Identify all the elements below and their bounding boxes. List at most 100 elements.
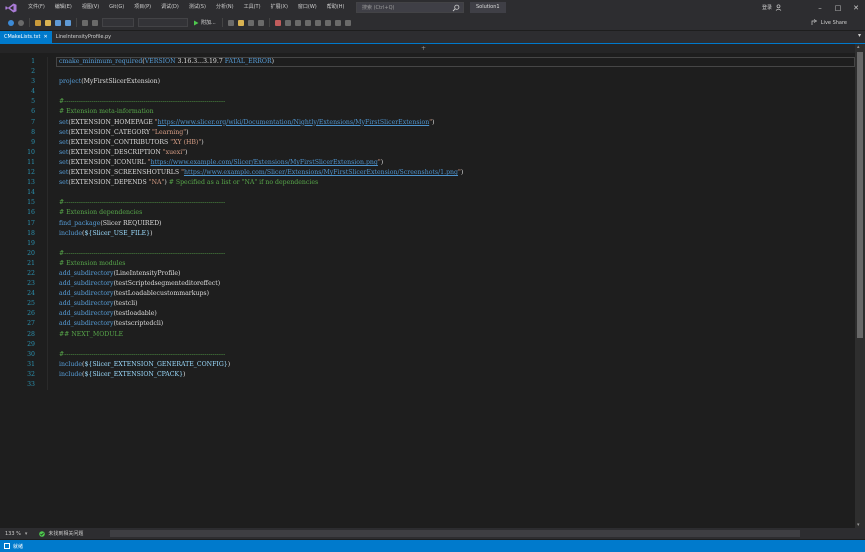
code-line[interactable]: find_package(Slicer REQUIRED): [59, 219, 849, 229]
horizontal-scrollbar[interactable]: [110, 530, 800, 537]
menu-item[interactable]: 工具(T): [239, 0, 266, 15]
code-line[interactable]: [59, 380, 849, 390]
code-line[interactable]: include(${Slicer_USE_FILE}): [59, 229, 849, 239]
code-line[interactable]: set(EXTENSION_DESCRIPTION "xuexi"): [59, 148, 849, 158]
zoom-level[interactable]: 133 %: [5, 531, 21, 537]
save-all-icon[interactable]: [65, 19, 71, 26]
toolbar-icon-5[interactable]: [284, 19, 291, 26]
menu-item[interactable]: 分析(N): [211, 0, 239, 15]
toolbar-icon-11[interactable]: [344, 19, 351, 26]
status-bar: 就绪: [0, 540, 865, 552]
code-line[interactable]: #---------------------------------------…: [59, 249, 849, 259]
open-file-icon[interactable]: [45, 19, 51, 26]
code-line[interactable]: project(MyFirstSlicerExtension): [59, 77, 849, 87]
scroll-up-icon[interactable]: ▴: [857, 44, 860, 50]
search-box[interactable]: 搜索 (Ctrl+Q): [356, 2, 464, 13]
code-line[interactable]: add_subdirectory(testScriptedsegmentedit…: [59, 279, 849, 289]
code-line[interactable]: add_subdirectory(testcli): [59, 299, 849, 309]
code-line[interactable]: set(EXTENSION_ICONURL "https://www.examp…: [59, 158, 849, 168]
menu-item[interactable]: 项目(P): [129, 0, 156, 15]
code-lines[interactable]: cmake_minimum_required(VERSION 3.16.3...…: [59, 57, 849, 390]
toolbar-separator: [76, 18, 77, 27]
breakpoint-icon[interactable]: [274, 19, 281, 26]
split-editor-icon[interactable]: +: [421, 45, 426, 52]
code-token: set: [59, 169, 69, 177]
code-line[interactable]: set(EXTENSION_CONTRIBUTORS "XY (HB)"): [59, 138, 849, 148]
menu-item[interactable]: 文件(F): [23, 0, 50, 15]
tab-lineintensityprofile[interactable]: LineIntensityProfile.py: [52, 31, 115, 43]
code-line[interactable]: cmake_minimum_required(VERSION 3.16.3...…: [59, 57, 849, 67]
code-token: ${Slicer_EXTENSION_CPACK}: [84, 370, 184, 378]
configuration-dropdown[interactable]: [102, 18, 134, 27]
tab-overflow-icon[interactable]: ▾: [858, 32, 861, 39]
code-line[interactable]: set(EXTENSION_HOMEPAGE "https://www.slic…: [59, 118, 849, 128]
toolbar-icon-7[interactable]: [304, 19, 311, 26]
issues-indicator[interactable]: 未找到相关问题: [39, 530, 83, 537]
code-token: set: [59, 179, 69, 187]
back-icon[interactable]: [8, 19, 14, 26]
code-line[interactable]: set(EXTENSION_CATEGORY "Learning"): [59, 128, 849, 138]
menu-item[interactable]: 视图(V): [77, 0, 104, 15]
toolbar-icon-2[interactable]: [237, 19, 244, 26]
vertical-scrollbar[interactable]: ▴ ▾: [855, 44, 865, 528]
code-line[interactable]: #---------------------------------------…: [59, 350, 849, 360]
code-line[interactable]: include(${Slicer_EXTENSION_GENERATE_CONF…: [59, 360, 849, 370]
zoom-dropdown-icon[interactable]: ▾: [25, 531, 28, 537]
toolbar-icon-9[interactable]: [324, 19, 331, 26]
menu-item[interactable]: 测试(S): [184, 0, 211, 15]
minimize-button[interactable]: –: [811, 0, 829, 15]
line-number: 9: [31, 138, 35, 146]
code-line[interactable]: add_subdirectory(testloadable): [59, 309, 849, 319]
save-icon[interactable]: [55, 19, 61, 26]
undo-icon[interactable]: [82, 19, 88, 26]
line-number: 10: [27, 148, 35, 156]
code-line[interactable]: add_subdirectory(testscriptedcli): [59, 319, 849, 329]
platform-dropdown[interactable]: [138, 18, 188, 27]
toolbar-icon-10[interactable]: [334, 19, 341, 26]
menu-item[interactable]: 编辑(E): [50, 0, 77, 15]
close-tab-icon[interactable]: ✕: [43, 34, 47, 40]
forward-icon[interactable]: [18, 19, 24, 26]
code-line[interactable]: [59, 87, 849, 97]
maximize-button[interactable]: □: [829, 0, 847, 15]
code-line[interactable]: ## NEXT_MODULE: [59, 330, 849, 340]
code-line[interactable]: #---------------------------------------…: [59, 198, 849, 208]
redo-icon[interactable]: [92, 19, 98, 26]
code-token: #---------------------------------------…: [59, 249, 226, 257]
user-icon: [775, 4, 782, 11]
tab-cmakelists[interactable]: CMakeLists.txt ✕: [0, 31, 52, 43]
attach-button[interactable]: 附加...: [193, 19, 216, 26]
menu-item[interactable]: 窗口(W): [293, 0, 322, 15]
code-line[interactable]: #---------------------------------------…: [59, 97, 849, 107]
code-line[interactable]: [59, 239, 849, 249]
new-project-icon[interactable]: [35, 19, 41, 26]
code-line[interactable]: include(${Slicer_EXTENSION_CPACK}): [59, 370, 849, 380]
menu-item[interactable]: Git(G): [104, 0, 129, 15]
toolbar-icon-3[interactable]: [247, 19, 254, 26]
code-line[interactable]: # Extension dependencies: [59, 208, 849, 218]
code-line[interactable]: # Extension meta-information: [59, 107, 849, 117]
code-line[interactable]: [59, 188, 849, 198]
code-line[interactable]: add_subdirectory(testLoadablecustommarku…: [59, 289, 849, 299]
code-token: (testcli): [113, 300, 138, 308]
toolbar-icon-1[interactable]: [227, 19, 234, 26]
menu-item[interactable]: 帮助(H): [322, 0, 350, 15]
close-window-button[interactable]: ✕: [847, 0, 865, 15]
code-line[interactable]: set(EXTENSION_SCREENSHOTURLS "https://ww…: [59, 168, 849, 178]
code-editor[interactable]: 1 2 3 4 5 6 7 8 9 10 11 12 13 14 15 16 17 18 19 20 21 22 23 24 2…: [0, 53, 855, 528]
toolbar-icon-4[interactable]: [257, 19, 264, 26]
code-line[interactable]: [59, 340, 849, 350]
code-line[interactable]: # Extension modules: [59, 259, 849, 269]
vertical-scroll-thumb[interactable]: [857, 52, 863, 338]
code-line[interactable]: add_subdirectory(LineIntensityProfile): [59, 269, 849, 279]
code-line[interactable]: [59, 67, 849, 77]
toolbar-icon-8[interactable]: [314, 19, 321, 26]
menu-item[interactable]: 扩展(X): [266, 0, 293, 15]
code-token: add_subdirectory: [59, 290, 114, 298]
live-share-button[interactable]: Live Share: [811, 15, 847, 30]
user-area[interactable]: 登录: [762, 0, 782, 15]
login-link[interactable]: 登录: [762, 4, 772, 11]
toolbar-icon-6[interactable]: [294, 19, 301, 26]
code-line[interactable]: set(EXTENSION_DEPENDS "NA") # Specified …: [59, 178, 849, 188]
menu-item[interactable]: 调试(D): [156, 0, 184, 15]
